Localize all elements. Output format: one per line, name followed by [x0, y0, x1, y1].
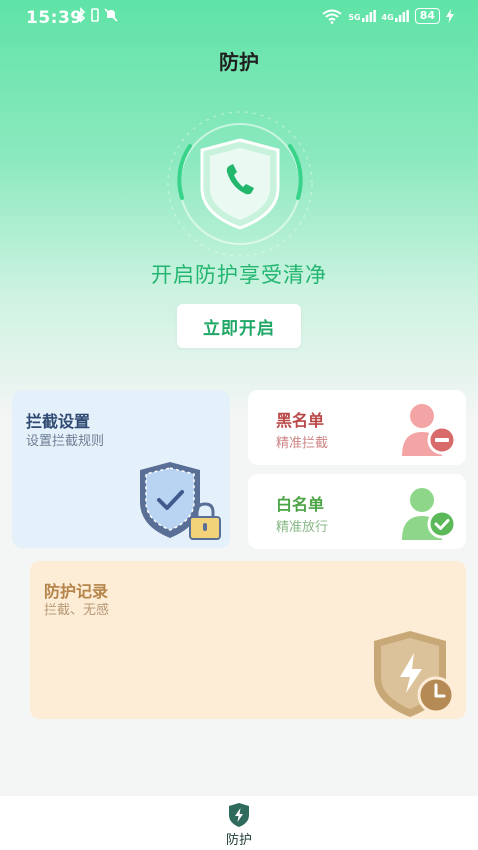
- user-block-icon: [402, 404, 457, 456]
- blacklist-title: 黑名单: [276, 411, 325, 430]
- shield-bolt-icon: [229, 803, 249, 827]
- hero-slogan: 开启防护享受清净: [151, 263, 327, 287]
- nav-label-protection: 防护: [225, 833, 252, 848]
- enable-protection-button[interactable]: 立即开启: [177, 304, 301, 348]
- blacklist-subtitle: 精准拦截: [276, 436, 329, 451]
- shield-lock-icon: [140, 462, 221, 540]
- status-left-icons: [76, 7, 118, 23]
- intercept-subtitle: 设置拦截规则: [26, 434, 105, 449]
- intercept-settings-card[interactable]: 拦截设置 设置拦截规则: [12, 390, 230, 548]
- status-right: 5G 4G 84: [322, 8, 454, 24]
- intercept-title: 拦截设置: [26, 412, 91, 431]
- bottom-nav: 防护: [0, 796, 478, 850]
- signal-5g: 5G: [348, 10, 376, 22]
- shield-clock-icon: [374, 631, 455, 717]
- charging-icon: [446, 9, 454, 23]
- vibrate-icon: [91, 8, 99, 22]
- battery-indicator: 84: [414, 8, 440, 24]
- protection-shield: [150, 106, 330, 266]
- protection-record-card[interactable]: 防护记录 拦截、无感: [30, 561, 466, 719]
- status-time: 15:39: [26, 8, 83, 28]
- phone-shield-icon: [167, 111, 313, 257]
- nav-item-protection[interactable]: 防护: [214, 802, 264, 848]
- blacklist-card[interactable]: 黑名单 精准拦截: [248, 390, 466, 465]
- whitelist-title: 白名单: [276, 495, 325, 514]
- wifi-icon: [322, 9, 343, 24]
- record-subtitle: 拦截、无感: [44, 603, 110, 618]
- user-check-icon: [402, 488, 457, 540]
- whitelist-subtitle: 精准放行: [276, 520, 329, 535]
- signal-bars-icon: [361, 10, 376, 22]
- signal-4g: 4G: [382, 10, 409, 22]
- signal-bars-icon: [394, 10, 409, 22]
- bluetooth-icon: [76, 7, 86, 23]
- page-title: 防护: [219, 50, 259, 74]
- whitelist-card[interactable]: 白名单 精准放行: [248, 474, 466, 549]
- status-bar: 15:39 5G 4G 84: [0, 0, 478, 36]
- mute-icon: [104, 8, 118, 22]
